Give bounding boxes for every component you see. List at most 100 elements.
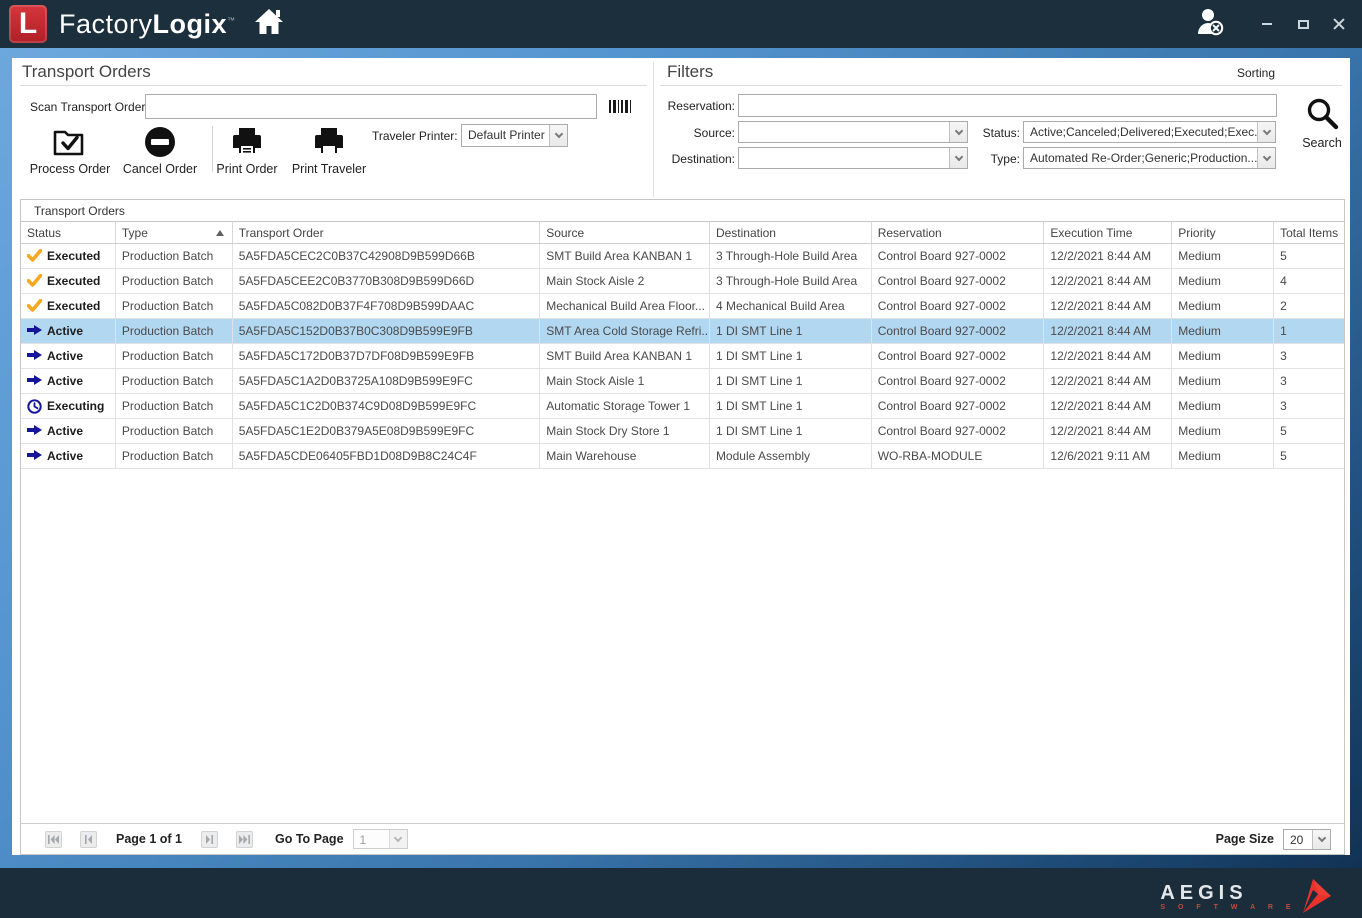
search-button[interactable]: Search <box>1295 96 1349 150</box>
reservation-cell: Control Board 927-0002 <box>872 244 1045 268</box>
source-cell: Main Stock Dry Store 1 <box>540 419 710 443</box>
type-cell: Production Batch <box>116 444 233 468</box>
source-select[interactable] <box>738 121 968 143</box>
reservation-cell: Control Board 927-0002 <box>872 294 1045 318</box>
column-header-reservation[interactable]: Reservation <box>872 222 1045 243</box>
table-row[interactable]: ActiveProduction Batch5A5FDA5C1E2D0B379A… <box>21 419 1344 444</box>
table-row[interactable]: ExecutingProduction Batch5A5FDA5C1C2D0B3… <box>21 394 1344 419</box>
traveler-printer-select[interactable]: Default Printer <box>461 124 568 147</box>
order-cell: 5A5FDA5CEE2C0B3770B308D9B599D66D <box>233 269 541 293</box>
grid-body: ExecutedProduction Batch5A5FDA5CEC2C0B37… <box>21 244 1344 469</box>
priority-cell: Medium <box>1172 394 1274 418</box>
previous-page-button[interactable] <box>80 831 97 848</box>
minimize-button[interactable] <box>1256 14 1278 34</box>
process-order-button[interactable]: Process Order <box>24 122 116 176</box>
logo-letter: L <box>19 7 37 41</box>
priority-cell: Medium <box>1172 244 1274 268</box>
priority-cell: Medium <box>1172 319 1274 343</box>
items-cell: 3 <box>1274 394 1344 418</box>
maximize-button[interactable] <box>1292 14 1314 34</box>
priority-cell: Medium <box>1172 294 1274 318</box>
items-cell: 3 <box>1274 344 1344 368</box>
items-cell: 5 <box>1274 244 1344 268</box>
page-size-select[interactable]: 20 <box>1283 829 1331 850</box>
column-header-priority[interactable]: Priority <box>1172 222 1274 243</box>
filters-group-title: Filters <box>667 62 713 82</box>
column-header-source[interactable]: Source <box>540 222 710 243</box>
aegis-wordmark: AEGIS <box>1160 884 1296 902</box>
column-header-transport-order[interactable]: Transport Order <box>233 222 541 243</box>
column-header-total-items[interactable]: Total Items <box>1274 222 1344 243</box>
last-page-button[interactable] <box>236 831 253 848</box>
table-row[interactable]: ExecutedProduction Batch5A5FDA5CEC2C0B37… <box>21 244 1344 269</box>
dest-cell: 1 DI SMT Line 1 <box>710 419 872 443</box>
home-icon[interactable] <box>254 8 284 40</box>
table-row[interactable]: ExecutedProduction Batch5A5FDA5C082D0B37… <box>21 294 1344 319</box>
source-cell: SMT Build Area KANBAN 1 <box>540 344 710 368</box>
priority-cell: Medium <box>1172 444 1274 468</box>
column-header-execution-time[interactable]: Execution Time <box>1044 222 1172 243</box>
print-order-button[interactable]: Print Order <box>201 122 293 176</box>
active-arrow-icon <box>27 324 47 336</box>
status-text: Executing <box>47 399 104 413</box>
priority-cell: Medium <box>1172 369 1274 393</box>
status-text: Active <box>47 449 83 463</box>
type-cell: Production Batch <box>116 369 233 393</box>
items-cell: 4 <box>1274 269 1344 293</box>
time-cell: 12/6/2021 9:11 AM <box>1044 444 1172 468</box>
cancel-order-button[interactable]: Cancel Order <box>114 122 206 176</box>
column-header-status[interactable]: Status <box>21 222 116 243</box>
aegis-software-label: S O F T W A R E <box>1160 904 1296 911</box>
dest-cell: 1 DI SMT Line 1 <box>710 369 872 393</box>
executed-check-icon <box>27 274 47 287</box>
status-select[interactable]: Active;Canceled;Delivered;Executed;Exec.… <box>1023 121 1276 143</box>
type-cell: Production Batch <box>116 344 233 368</box>
column-header-destination[interactable]: Destination <box>710 222 872 243</box>
source-label: Source: <box>662 126 735 140</box>
column-header-type[interactable]: Type <box>116 222 233 243</box>
sort-ascending-icon <box>216 230 224 236</box>
table-row[interactable]: ActiveProduction Batch5A5FDA5C152D0B37B0… <box>21 319 1344 344</box>
dest-cell: 3 Through-Hole Build Area <box>710 244 872 268</box>
barcode-icon[interactable] <box>609 100 632 113</box>
order-cell: 5A5FDA5C1C2D0B374C9D08D9B599E9FC <box>233 394 541 418</box>
print-traveler-button[interactable]: Print Traveler <box>283 122 375 176</box>
pagination-bar: Page 1 of 1 Go To Page 1 Page Size 20 <box>21 823 1344 854</box>
dest-cell: 1 DI SMT Line 1 <box>710 394 872 418</box>
items-cell: 5 <box>1274 419 1344 443</box>
priority-cell: Medium <box>1172 419 1274 443</box>
active-arrow-icon <box>27 374 47 386</box>
next-page-button[interactable] <box>201 831 218 848</box>
first-page-button[interactable] <box>45 831 62 848</box>
type-select[interactable]: Automated Re-Order;Generic;Production... <box>1023 147 1276 169</box>
priority-cell: Medium <box>1172 344 1274 368</box>
source-cell: SMT Area Cold Storage Refri... <box>540 319 710 343</box>
time-cell: 12/2/2021 8:44 AM <box>1044 244 1172 268</box>
user-logout-icon[interactable] <box>1196 8 1226 41</box>
source-cell: Main Warehouse <box>540 444 710 468</box>
aegis-logo: AEGIS S O F T W A R E <box>1160 876 1334 914</box>
dest-cell: 4 Mechanical Build Area <box>710 294 872 318</box>
go-to-page-select[interactable]: 1 <box>353 829 408 849</box>
executed-check-icon <box>27 249 47 262</box>
order-cell: 5A5FDA5C172D0B37D7DF08D9B599E9FB <box>233 344 541 368</box>
destination-select[interactable] <box>738 147 968 169</box>
scan-transport-order-input[interactable] <box>145 94 597 119</box>
time-cell: 12/2/2021 8:44 AM <box>1044 419 1172 443</box>
sorting-label[interactable]: Sorting <box>1237 66 1275 80</box>
type-cell: Production Batch <box>116 244 233 268</box>
dest-cell: Module Assembly <box>710 444 872 468</box>
go-to-page-label: Go To Page <box>275 832 344 846</box>
aegis-flag-icon <box>1300 876 1334 914</box>
status-cell: Active <box>21 344 116 368</box>
table-row[interactable]: ExecutedProduction Batch5A5FDA5CEE2C0B37… <box>21 269 1344 294</box>
factorylogix-logo-icon: L <box>9 5 47 43</box>
table-row[interactable]: ActiveProduction Batch5A5FDA5CDE06405FBD… <box>21 444 1344 469</box>
status-text: Active <box>47 349 83 363</box>
table-row[interactable]: Active Production Batch5A5FDA5C172D0B37D7… <box>21 344 1344 369</box>
close-button[interactable] <box>1328 14 1350 34</box>
status-text: Executed <box>47 299 100 313</box>
source-cell: SMT Build Area KANBAN 1 <box>540 244 710 268</box>
reservation-input[interactable] <box>738 94 1277 117</box>
table-row[interactable]: ActiveProduction Batch5A5FDA5C1A2D0B3725… <box>21 369 1344 394</box>
